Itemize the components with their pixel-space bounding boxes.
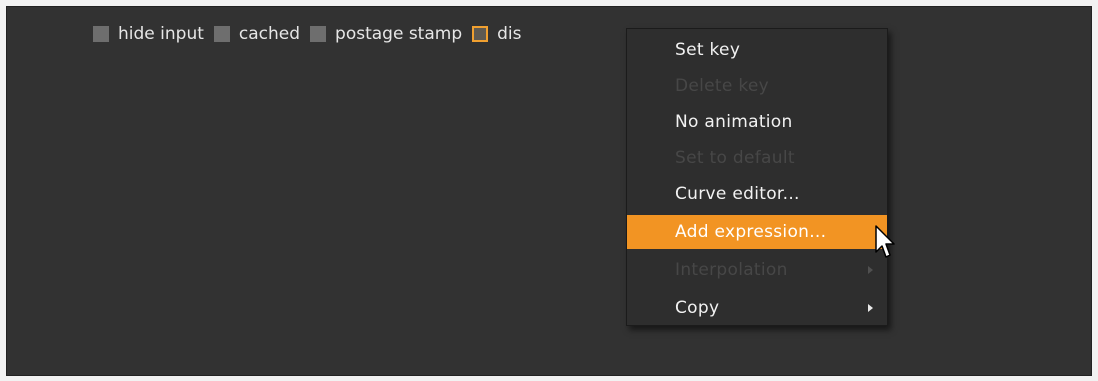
- properties-panel: hide input cached postage stamp dis: [6, 6, 1092, 376]
- menu-item-label: No animation: [675, 112, 793, 132]
- hide-input-label[interactable]: hide input: [118, 24, 204, 44]
- disable-label[interactable]: dis: [497, 24, 521, 44]
- menu-item-copy[interactable]: Copy: [627, 291, 887, 325]
- menu-item-interpolation: Interpolation: [627, 253, 887, 287]
- submenu-arrow-icon: [868, 266, 873, 274]
- submenu-arrow-icon: [868, 304, 873, 312]
- menu-item-delete-key: Delete key: [627, 69, 887, 103]
- node-options-row: hide input cached postage stamp dis: [93, 23, 531, 45]
- menu-item-label: Interpolation: [675, 260, 788, 280]
- disable-checkbox[interactable]: [472, 26, 489, 42]
- menu-item-set-key[interactable]: Set key: [627, 33, 887, 67]
- hide-input-checkbox[interactable]: [93, 26, 109, 42]
- menu-item-label: Copy: [675, 298, 720, 318]
- menu-item-label: Add expression...: [675, 222, 827, 242]
- cached-checkbox[interactable]: [213, 26, 230, 42]
- postage-stamp-label[interactable]: postage stamp: [335, 24, 462, 44]
- mouse-pointer-icon: [875, 225, 895, 258]
- menu-item-no-animation[interactable]: No animation: [627, 105, 887, 139]
- menu-item-label: Delete key: [675, 76, 770, 96]
- menu-item-label: Curve editor...: [675, 184, 800, 204]
- cached-label[interactable]: cached: [239, 24, 300, 44]
- menu-item-label: Set key: [675, 40, 741, 60]
- menu-item-add-expression[interactable]: Add expression...: [627, 215, 887, 249]
- context-menu: Set key Delete key No animation Set to d…: [626, 28, 888, 326]
- menu-item-curve-editor[interactable]: Curve editor...: [627, 177, 887, 211]
- postage-stamp-checkbox[interactable]: [310, 26, 327, 42]
- menu-item-set-to-default: Set to default: [627, 141, 887, 175]
- menu-item-label: Set to default: [675, 148, 795, 168]
